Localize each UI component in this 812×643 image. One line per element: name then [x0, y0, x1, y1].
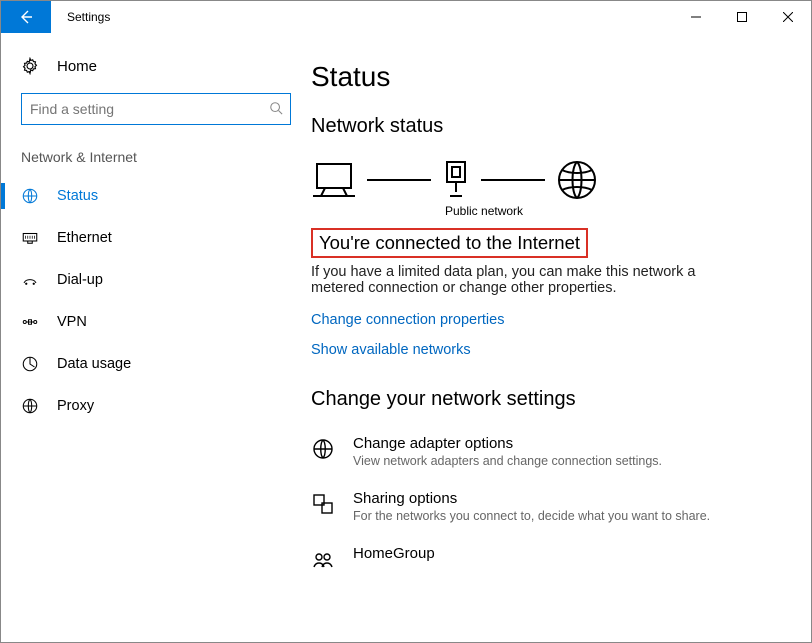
sidebar: Home Network & Internet Status Ethernet	[1, 33, 311, 642]
sharing-icon	[311, 492, 339, 516]
home-label: Home	[57, 58, 97, 75]
sidebar-item-label: Proxy	[57, 398, 94, 414]
sidebar-item-dialup[interactable]: Dial-up	[1, 259, 311, 301]
network-status-title: Network status	[311, 115, 787, 138]
main-panel: Status Network status Public network You…	[311, 33, 811, 642]
internet-globe-icon	[555, 158, 599, 202]
adapter-icon	[311, 437, 339, 461]
maximize-button[interactable]	[719, 1, 765, 33]
computer-icon	[311, 160, 357, 200]
window-controls	[673, 1, 811, 33]
home-button[interactable]: Home	[1, 47, 311, 85]
link-show-networks[interactable]: Show available networks	[311, 342, 787, 358]
option-label: Change adapter options	[353, 435, 662, 452]
sidebar-item-label: Data usage	[57, 356, 131, 372]
option-change-adapter[interactable]: Change adapter options View network adap…	[311, 429, 787, 484]
back-arrow-icon	[18, 9, 34, 25]
homegroup-icon	[311, 547, 339, 571]
option-sub: View network adapters and change connect…	[353, 454, 662, 468]
datausage-icon	[21, 355, 41, 373]
network-diagram	[311, 158, 787, 202]
minimize-button[interactable]	[673, 1, 719, 33]
close-button[interactable]	[765, 1, 811, 33]
sidebar-item-label: Dial-up	[57, 272, 103, 288]
link-change-properties[interactable]: Change connection properties	[311, 312, 787, 328]
sidebar-item-ethernet[interactable]: Ethernet	[1, 217, 311, 259]
option-sub: For the networks you connect to, decide …	[353, 509, 710, 523]
router-icon	[441, 160, 471, 200]
sidebar-item-status[interactable]: Status	[1, 175, 311, 217]
titlebar: Settings	[1, 1, 811, 33]
gear-icon	[21, 57, 41, 75]
sidebar-item-datausage[interactable]: Data usage	[1, 343, 311, 385]
vpn-icon	[21, 313, 41, 331]
search-wrap	[21, 93, 291, 125]
dialup-icon	[21, 271, 41, 289]
globe-icon	[21, 187, 41, 205]
option-label: Sharing options	[353, 490, 710, 507]
ethernet-icon	[21, 229, 41, 247]
proxy-icon	[21, 397, 41, 415]
sidebar-item-label: VPN	[57, 314, 87, 330]
change-settings-title: Change your network settings	[311, 388, 787, 411]
option-sharing[interactable]: Sharing options For the networks you con…	[311, 484, 787, 539]
option-label: HomeGroup	[353, 545, 435, 562]
option-homegroup[interactable]: HomeGroup	[311, 539, 787, 587]
minimize-icon	[691, 12, 701, 22]
connected-message: You're connected to the Internet	[311, 228, 588, 258]
sidebar-item-proxy[interactable]: Proxy	[1, 385, 311, 427]
maximize-icon	[737, 12, 747, 22]
section-label: Network & Internet	[1, 143, 311, 175]
window-title: Settings	[51, 1, 673, 33]
connector-line	[367, 179, 431, 181]
connected-description: If you have a limited data plan, you can…	[311, 264, 731, 296]
sidebar-item-vpn[interactable]: VPN	[1, 301, 311, 343]
search-input[interactable]	[21, 93, 291, 125]
sidebar-item-label: Status	[57, 188, 98, 204]
page-title: Status	[311, 61, 787, 93]
public-network-label: Public network	[445, 204, 787, 218]
close-icon	[783, 12, 793, 22]
sidebar-item-label: Ethernet	[57, 230, 112, 246]
connector-line	[481, 179, 545, 181]
back-button[interactable]	[1, 1, 51, 33]
